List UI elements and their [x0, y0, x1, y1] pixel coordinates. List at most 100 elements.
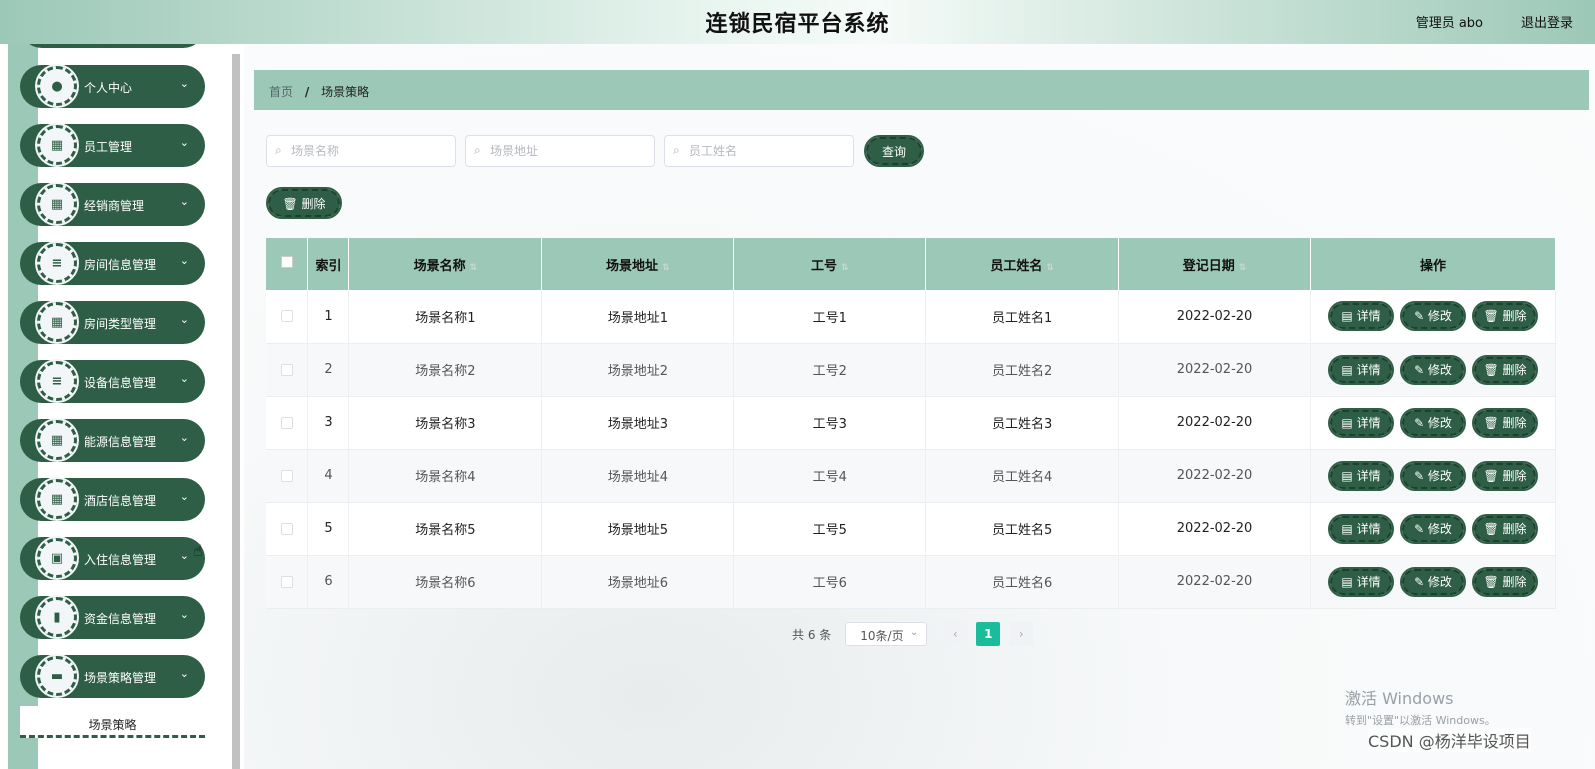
- edit-button[interactable]: ✎ 修改: [1400, 407, 1466, 438]
- current-user: 管理员 abo: [1415, 16, 1483, 31]
- row-checkbox[interactable]: [280, 310, 293, 323]
- detail-button[interactable]: ▤ 详情: [1328, 513, 1394, 544]
- sidebar-item[interactable]: ≡ 房间信息管理 ⌄: [20, 241, 205, 285]
- cell-date: 2022-02-20: [1118, 396, 1312, 450]
- person-icon: ●: [51, 78, 63, 94]
- sidebar-item[interactable]: ▬ 场景策略管理 ⌄: [20, 654, 205, 698]
- detail-button[interactable]: ▤ 详情: [1328, 354, 1394, 385]
- mouse-cursor-icon: ☝: [193, 541, 203, 560]
- page-size-select[interactable]: 10条/页 ⌄: [845, 622, 928, 646]
- cell-emp-no: 工号6: [733, 555, 927, 609]
- chevron-down-icon: ⌄: [179, 549, 189, 562]
- delete-button[interactable]: 🗑 删除: [1472, 460, 1538, 491]
- next-page-button[interactable]: ›: [1009, 622, 1034, 646]
- cell-date: 2022-02-20: [1118, 449, 1312, 503]
- search-address-input[interactable]: [465, 135, 655, 167]
- chevron-down-icon: ⌄: [179, 136, 189, 149]
- search-name-input[interactable]: [266, 135, 456, 167]
- cell-emp-no: 工号4: [733, 449, 927, 503]
- sidebar-item[interactable]: ● 个人中心 ⌄: [20, 64, 205, 108]
- table-row: 4 场景名称4 场景地址4 工号4 员工姓名4 2022-02-20 ▤ 详情 ✎ 修改 🗑 删…: [266, 449, 1556, 503]
- logout-link[interactable]: 退出登录: [1521, 12, 1573, 31]
- col-date[interactable]: 登记日期 ⇅: [1118, 238, 1312, 290]
- select-all-checkbox[interactable]: [280, 256, 293, 268]
- edit-button[interactable]: ✎ 修改: [1400, 513, 1466, 544]
- search-icon: ⌕: [673, 143, 680, 157]
- cell-address: 场景地址5: [541, 502, 735, 556]
- col-name[interactable]: 场景名称 ⇅: [348, 238, 543, 290]
- sort-icon[interactable]: ⇅: [1239, 263, 1247, 273]
- cell-ops: ▤ 详情 ✎ 修改 🗑 删除: [1310, 396, 1556, 450]
- sidebar-item[interactable]: ▦ 能源信息管理 ⌄: [20, 418, 205, 462]
- list-icon: ≡: [51, 255, 63, 271]
- cell-address: 场景地址1: [541, 290, 735, 344]
- detail-button[interactable]: ▤ 详情: [1328, 407, 1394, 438]
- col-ops: 操作: [1310, 238, 1556, 290]
- row-checkbox[interactable]: [280, 575, 293, 588]
- sidebar-item[interactable]: ▦ 员工管理 ⌄: [20, 123, 205, 167]
- col-emp-name[interactable]: 员工姓名 ⇅: [925, 238, 1120, 290]
- col-address[interactable]: 场景地址 ⇅: [541, 238, 735, 290]
- row-checkbox[interactable]: [280, 416, 293, 429]
- monitor-icon: ▬: [50, 668, 64, 684]
- sidebar-item[interactable]: ≡ 设备信息管理 ⌄: [20, 359, 205, 403]
- chevron-down-icon: ⌄: [179, 431, 189, 444]
- sidebar-item-label: 员工管理: [84, 140, 133, 154]
- sort-icon[interactable]: ⇅: [662, 263, 670, 273]
- breadcrumb-separator: /: [304, 85, 310, 99]
- search-employee-input[interactable]: [664, 135, 854, 167]
- sort-icon[interactable]: ⇅: [841, 263, 849, 273]
- delete-button[interactable]: 🗑 删除: [1472, 301, 1538, 332]
- sort-icon[interactable]: ⇅: [1046, 263, 1054, 273]
- search-employee-wrap: ⌕: [664, 135, 854, 167]
- sidebar-item[interactable]: ▮ 资金信息管理 ⌄: [20, 595, 205, 639]
- pagination: 共 6 条 10条/页 ⌄ ‹ 1 ›: [792, 622, 1042, 646]
- col-emp-name-label: 员工姓名: [990, 258, 1043, 274]
- select-all-header: [266, 238, 309, 290]
- page-number-1[interactable]: 1: [976, 622, 1001, 646]
- edit-button[interactable]: ✎ 修改: [1400, 301, 1466, 332]
- row-checkbox[interactable]: [280, 363, 293, 376]
- sidebar-item[interactable]: ▦ 酒店信息管理 ⌄: [20, 477, 205, 521]
- cell-emp-no: 工号1: [733, 290, 927, 344]
- sidebar-item[interactable]: ▦ 房间类型管理 ⌄: [20, 300, 205, 344]
- query-button[interactable]: 查询: [864, 135, 924, 167]
- search-name-wrap: ⌕: [266, 135, 456, 167]
- row-checkbox[interactable]: [280, 522, 293, 535]
- delete-button[interactable]: 🗑 删除: [1472, 566, 1538, 597]
- row-select-cell: [266, 502, 309, 556]
- delete-button[interactable]: 🗑 删除: [1472, 513, 1538, 544]
- grid-icon: ▦: [50, 137, 64, 153]
- detail-button[interactable]: ▤ 详情: [1328, 301, 1394, 332]
- sidebar-item[interactable]: ▦ 经销商管理 ⌄: [20, 182, 205, 226]
- batch-delete-button[interactable]: 🗑 删除: [266, 187, 342, 219]
- submenu-item-scene-strategy[interactable]: 场景策略: [20, 706, 205, 738]
- chevron-down-icon: ⌄: [909, 627, 919, 638]
- sidebar: ● 个人中心 ⌄ ▦ 员工管理 ⌄ ▦ 经销商管理 ⌄ ≡ 房间信息管理 ⌄ ▦ 房间类型管理 ⌄ ≡ 设备信息…: [0, 44, 244, 769]
- cell-address: 场景地址6: [541, 555, 735, 609]
- sidebar-item-partial[interactable]: [20, 44, 205, 48]
- chevron-down-icon: ⌄: [179, 313, 189, 326]
- prev-page-button[interactable]: ‹: [943, 622, 968, 646]
- edit-button[interactable]: ✎ 修改: [1400, 354, 1466, 385]
- edit-button[interactable]: ✎ 修改: [1400, 460, 1466, 491]
- gear-badge: ▦: [35, 182, 79, 226]
- delete-button[interactable]: 🗑 删除: [1472, 407, 1538, 438]
- sidebar-scrollbar[interactable]: [232, 54, 240, 769]
- sidebar-item-label: 资金信息管理: [84, 612, 157, 626]
- app-title: 连锁民宿平台系统: [705, 12, 890, 37]
- detail-button[interactable]: ▤ 详情: [1328, 460, 1394, 491]
- sort-icon[interactable]: ⇅: [470, 263, 478, 273]
- sidebar-item-label: 能源信息管理: [84, 435, 157, 449]
- row-select-cell: [266, 449, 309, 503]
- edit-button[interactable]: ✎ 修改: [1400, 566, 1466, 597]
- col-emp-no[interactable]: 工号 ⇅: [733, 238, 927, 290]
- breadcrumb-home[interactable]: 首页: [269, 85, 293, 99]
- cell-name: 场景名称3: [348, 396, 543, 450]
- detail-button[interactable]: ▤ 详情: [1328, 566, 1394, 597]
- delete-button[interactable]: 🗑 删除: [1472, 354, 1538, 385]
- row-checkbox[interactable]: [280, 469, 293, 482]
- sidebar-item[interactable]: ▣ 入住信息管理 ⌄: [20, 536, 205, 580]
- sidebar-item-label: 入住信息管理: [84, 553, 157, 567]
- cell-index: 2: [307, 343, 350, 397]
